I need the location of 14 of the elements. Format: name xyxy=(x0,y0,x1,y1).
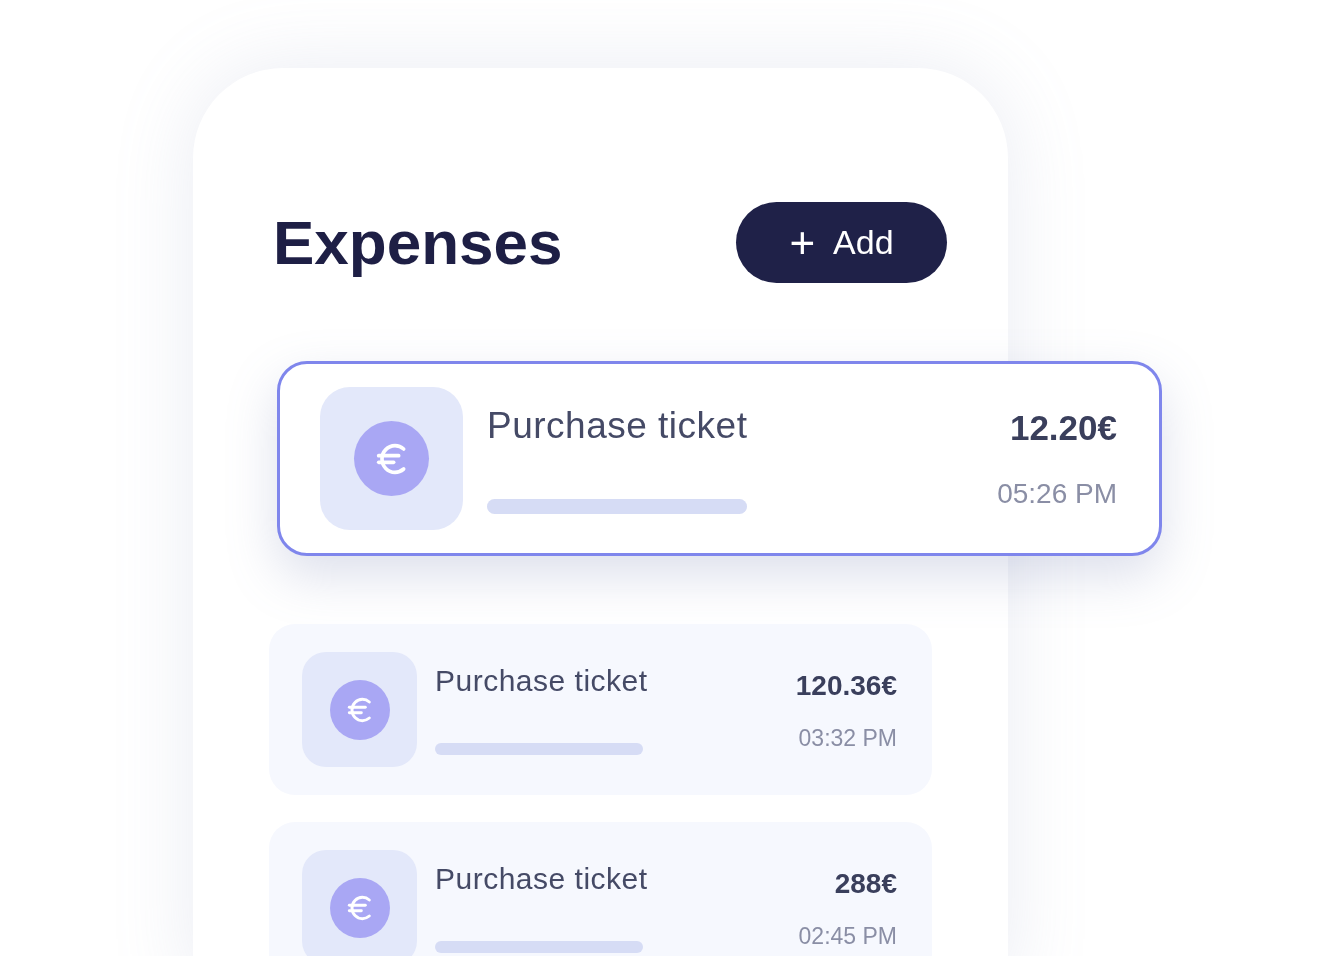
expense-time: 05:26 PM xyxy=(997,478,1117,509)
expense-title: Purchase ticket xyxy=(435,664,649,697)
page-title: Expenses xyxy=(273,207,563,278)
expense-card[interactable]: Purchase ticket 288€ 02:45 PM xyxy=(269,822,932,956)
expense-amount: 120.36€ xyxy=(795,670,897,701)
expense-title: Purchase ticket xyxy=(487,405,749,446)
expense-card[interactable]: Purchase ticket 120.36€ 03:32 PM xyxy=(269,624,932,795)
add-button[interactable]: + Add xyxy=(736,202,947,283)
expense-time: 03:32 PM xyxy=(798,724,897,751)
selected-expense-card[interactable]: Purchase ticket 12.20€ 05:26 PM xyxy=(277,361,1162,556)
expense-title: Purchase ticket xyxy=(435,862,649,895)
expense-amount: 288€ xyxy=(834,868,897,899)
expense-amount: 12.20€ xyxy=(1009,408,1117,447)
expense-time: 02:45 PM xyxy=(798,922,897,949)
